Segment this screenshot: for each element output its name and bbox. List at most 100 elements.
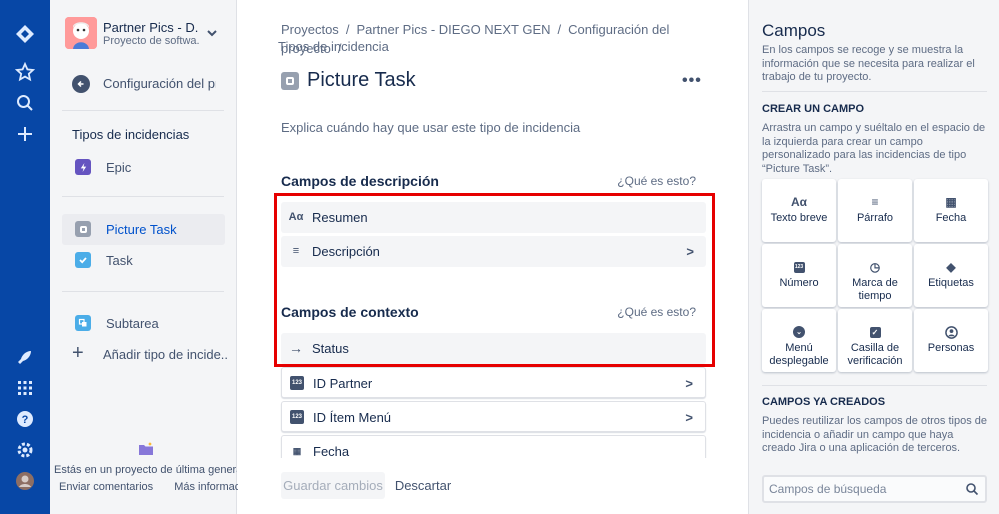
arrow-right-icon: → [289,340,303,356]
existing-fields-description: Puedes reutilizar los campos de otros ti… [762,415,988,454]
clock-icon: ◷ [869,260,881,274]
sidebar-item-task[interactable]: Task [62,245,225,276]
chevron-right-icon: > [686,244,694,259]
picture-task-icon [281,72,299,90]
field-row-menu-item-id[interactable]: 123 ID Ítem Menú > [281,401,706,432]
tile-label: Número [779,277,819,289]
panel-title: Campos [762,21,826,40]
field-label: Resumen [312,210,368,225]
text-icon: Aα [288,211,304,223]
sidebar-item-picture-task[interactable]: Picture Task [62,214,225,245]
description-fields-heading: Campos de descripción [281,173,439,189]
tile-label: Fecha [935,212,967,224]
project-name: Partner Pics - D... [103,20,199,35]
field-row-partner-id[interactable]: 123 ID Partner > [281,367,706,398]
sidebar-item-subtask[interactable]: Subtarea [62,308,225,339]
sidebar-item-label: Picture Task [106,222,177,237]
label-icon: ◆ [946,260,956,274]
arrow-left-icon [72,75,90,93]
breadcrumb-item[interactable]: Proyectos [281,22,339,37]
field-tile-number[interactable]: 123 Número [762,244,836,307]
rocket-icon[interactable] [13,345,37,369]
star-icon[interactable] [13,60,37,84]
fields-panel: Campos En los campos se recoge y se mues… [748,0,999,514]
number-icon: 123 [290,376,304,390]
breadcrumb-item[interactable]: Partner Pics - DIEGO NEXT GEN [356,22,550,37]
tile-label: Etiquetas [928,277,974,289]
chevron-down-icon [207,30,217,37]
settings-icon[interactable] [13,438,37,462]
breadcrumb-item[interactable]: Tipos de incidencia [278,39,389,54]
apps-icon[interactable] [13,376,37,400]
sidebar-item-epic[interactable]: Epic [62,152,225,183]
calendar-icon: ▦ [945,195,957,209]
field-row-description[interactable]: ≡ Descripción > [281,236,706,267]
help-link[interactable]: ¿Qué es esto? [617,305,696,319]
divider [62,291,224,292]
tile-label: Texto breve [770,212,828,224]
page-title: Picture Task [307,69,416,91]
back-to-settings-link[interactable]: Configuración del pr... [72,74,232,94]
tile-label: Casilla de verificación [847,342,903,367]
epic-icon [75,159,91,175]
field-label: Descripción [312,244,380,259]
add-issue-type-label: Añadir tipo de incide... [103,347,228,362]
folder-sparkle-icon [139,442,153,455]
search-icon[interactable] [13,91,37,115]
tile-label: Personas [927,342,975,354]
field-search[interactable] [762,475,987,503]
more-actions-icon[interactable]: ••• [682,72,702,90]
divider [762,91,987,92]
checkbox-icon: ✓ [869,326,881,338]
project-switcher[interactable]: Partner Pics - D... Proyecto de softwa..… [65,17,225,51]
save-button[interactable]: Guardar cambios [281,472,385,499]
tile-label: Menú desplegable [769,342,829,367]
field-label: Fecha [313,444,350,459]
create-field-description: Arrastra un campo y suéltalo en el espac… [762,122,986,175]
subtask-icon [75,315,91,331]
svg-text:?: ? [22,414,29,426]
global-nav: ? [0,0,50,514]
project-type: Proyecto de softwa... [103,35,199,47]
sidebar-item-label: Subtarea [106,316,159,331]
action-bar: Guardar cambios Descartar [238,458,748,514]
field-tile-date[interactable]: ▦ Fecha [914,179,988,242]
plus-icon: + [72,342,84,364]
tile-label: Marca de tiempo [852,277,898,302]
project-sidebar: Partner Pics - D... Proyecto de softwa..… [50,0,255,514]
chevron-right-icon: > [685,410,693,425]
sidebar-item-label: Task [106,253,133,268]
field-tile-paragraph[interactable]: ≡ Párrafo [838,179,912,242]
send-feedback-link[interactable]: Enviar comentarios [59,481,153,493]
picture-task-icon [75,221,91,237]
discard-button[interactable]: Descartar [390,472,456,499]
field-tile-people[interactable]: Personas [914,309,988,372]
existing-fields-heading: CAMPOS YA CREADOS [762,396,886,408]
field-tile-checkbox[interactable]: ✓ Casilla de verificación [838,309,912,372]
divider [62,196,224,197]
field-tile-short-text[interactable]: Aα Texto breve [762,179,836,242]
paragraph-icon: ≡ [292,245,300,257]
project-avatar [65,17,97,49]
description-input[interactable]: Explica cuándo hay que usar este tipo de… [281,120,580,135]
field-tile-labels[interactable]: ◆ Etiquetas [914,244,988,307]
issue-types-heading: Tipos de incidencias [72,127,190,142]
person-icon [914,325,988,339]
help-icon[interactable]: ? [13,407,37,431]
jira-logo-icon[interactable] [13,22,37,46]
search-input[interactable] [769,481,959,497]
user-avatar[interactable] [13,469,37,493]
field-type-palette: Aα Texto breve ≡ Párrafo ▦ Fecha 123 Núm… [762,179,989,372]
task-icon [75,252,91,268]
add-issue-type-button[interactable]: + Añadir tipo de incide... [72,342,232,364]
create-icon[interactable] [13,122,37,146]
field-row-summary[interactable]: Aα Resumen [281,202,706,233]
field-tile-dropdown[interactable]: ⌄ Menú desplegable [762,309,836,372]
calendar-icon: ▦ [292,445,302,456]
help-link[interactable]: ¿Qué es esto? [617,174,696,188]
field-tile-timestamp[interactable]: ◷ Marca de tiempo [838,244,912,307]
divider [62,110,224,111]
field-row-status[interactable]: → Status [281,333,706,364]
back-label: Configuración del pr... [103,76,216,91]
chevron-right-icon: > [685,376,693,391]
